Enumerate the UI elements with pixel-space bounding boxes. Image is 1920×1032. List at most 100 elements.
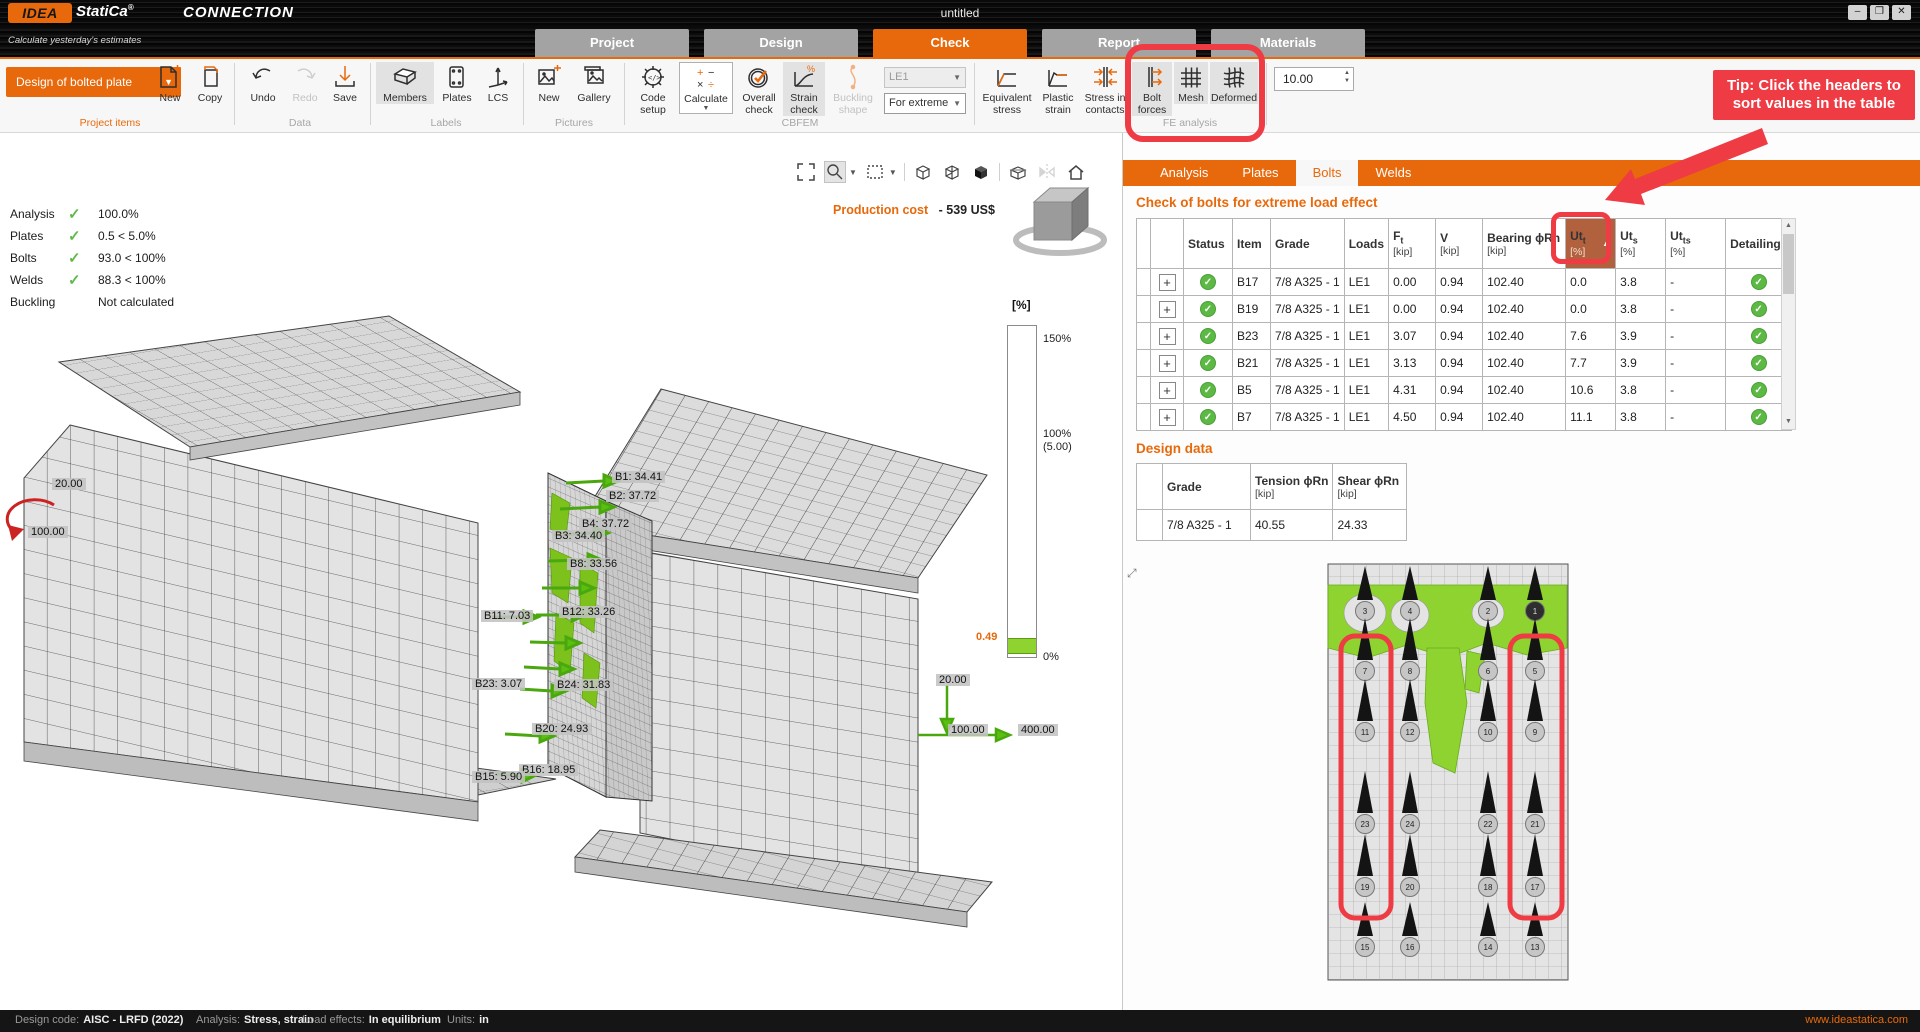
panel-tab-welds[interactable]: Welds <box>1358 160 1428 186</box>
new-project-button[interactable]: New <box>151 62 189 104</box>
stress-in-contacts-button[interactable]: Stress in contacts <box>1082 62 1128 116</box>
ribbon-tab-design[interactable]: Design <box>704 29 858 57</box>
ribbon-tab-check[interactable]: Check <box>873 29 1027 57</box>
detailing-ok-icon: ✓ <box>1751 328 1767 344</box>
column-header-item[interactable]: Item <box>1233 219 1271 269</box>
design-header[interactable]: Tension ϕRn[kip] <box>1251 464 1333 510</box>
bolt-force-label: B16: 18.95 <box>519 764 578 776</box>
column-header-ft[interactable]: Ft[kip] <box>1389 219 1436 269</box>
expand-row-button[interactable]: + <box>1159 382 1176 399</box>
table-row: +✓B177/8 A325 - 1LE10.000.94102.400.03.8… <box>1137 269 1792 296</box>
expand-row-button[interactable]: + <box>1159 301 1176 318</box>
column-header-uts[interactable]: Uts[%] <box>1616 219 1666 269</box>
lcs-toggle[interactable]: LCS <box>480 62 516 104</box>
panel-tab-analysis[interactable]: Analysis <box>1143 160 1225 186</box>
check-section-title: Check of bolts for extreme load effect <box>1136 195 1378 210</box>
svg-text:+: + <box>697 67 703 79</box>
equivalent-stress-button[interactable]: Equivalent stress <box>980 62 1034 116</box>
ribbon-tab-report[interactable]: Report <box>1042 29 1196 57</box>
maximize-button[interactable]: ❐ <box>1870 5 1889 20</box>
transparent-view-button[interactable] <box>941 161 963 183</box>
deformed-scale-stepper[interactable]: 10.00 ▲▼ <box>1274 67 1354 91</box>
svg-text:1: 1 <box>1533 607 1538 616</box>
column-header-utt[interactable]: Utt[%]▲ <box>1566 219 1616 269</box>
column-header-v[interactable]: V[kip] <box>1436 219 1483 269</box>
gallery-button[interactable]: Gallery <box>570 62 618 104</box>
detailing-ok-icon: ✓ <box>1751 274 1767 290</box>
undo-button[interactable]: Undo <box>242 62 284 104</box>
load-case-dropdown: LE1▼ <box>884 67 966 88</box>
solid-view-button[interactable] <box>970 161 992 183</box>
ribbon-tab-project[interactable]: Project <box>535 29 689 57</box>
scroll-down-icon[interactable]: ▼ <box>1782 415 1795 429</box>
navigation-cube[interactable] <box>1010 178 1110 258</box>
expand-row-button[interactable]: + <box>1159 328 1176 345</box>
design-data-title: Design data <box>1136 441 1213 456</box>
scroll-up-icon[interactable]: ▲ <box>1782 219 1795 233</box>
expand-diagram-icon[interactable]: ⤢ <box>1127 566 1143 582</box>
scale-current-value: 0.49 <box>976 631 997 643</box>
axes-icon <box>484 62 512 92</box>
table-row: 7/8 A325 - 140.5524.33 <box>1137 510 1407 541</box>
bolt-force-label: B2: 37.72 <box>606 490 659 502</box>
group-label-labels: Labels <box>376 117 516 129</box>
column-header-utts[interactable]: Utts[%] <box>1666 219 1726 269</box>
stepper-arrows-icon[interactable]: ▲▼ <box>1344 69 1350 86</box>
statusbar-item: Design code:AISC - LRFD (2022) <box>15 1014 183 1026</box>
chevron-down-icon[interactable]: ▼ <box>849 168 857 177</box>
calculate-button[interactable]: +−×÷ Calculate ▼ <box>679 62 733 114</box>
website-link[interactable]: www.ideastatica.com <box>1805 1014 1908 1026</box>
close-button[interactable]: ✕ <box>1892 5 1911 20</box>
members-toggle[interactable]: Members <box>376 62 434 104</box>
svg-text:13: 13 <box>1531 943 1540 952</box>
picture-new-button[interactable]: New <box>530 62 568 104</box>
table-scrollbar[interactable]: ▲ ▼ <box>1781 218 1796 430</box>
ribbon-tab-materials[interactable]: Materials <box>1211 29 1365 57</box>
panel-tab-bolts[interactable]: Bolts <box>1296 160 1359 186</box>
fit-view-button[interactable] <box>795 161 817 183</box>
design-header[interactable]: Grade <box>1163 464 1251 510</box>
overall-check-button[interactable]: Overall check <box>737 62 781 116</box>
dimension-label: 100.00 <box>948 724 988 736</box>
expand-row-button[interactable]: + <box>1159 355 1176 372</box>
gear-icon: </> <box>639 62 667 92</box>
strain-check-toggle[interactable]: % Strain check <box>783 62 825 116</box>
selection-box-button[interactable] <box>864 161 886 183</box>
extreme-filter-dropdown[interactable]: For extreme▼ <box>884 93 966 114</box>
save-button[interactable]: Save <box>326 62 364 104</box>
code-setup-button[interactable]: </> Code setup <box>631 62 675 116</box>
wireframe-view-button[interactable] <box>912 161 934 183</box>
statusbar-item: Analysis:Stress, strain <box>196 1014 314 1026</box>
chevron-down-icon[interactable]: ▼ <box>889 168 897 177</box>
expand-row-button[interactable]: + <box>1159 409 1176 426</box>
design-header[interactable]: Shear ϕRn[kip] <box>1333 464 1407 510</box>
column-header-status[interactable]: Status <box>1184 219 1233 269</box>
panel-tab-plates[interactable]: Plates <box>1225 160 1295 186</box>
deformed-toggle[interactable]: Deformed <box>1210 62 1258 104</box>
svg-text:12: 12 <box>1406 728 1415 737</box>
bolt-force-label: B20: 24.93 <box>532 723 591 735</box>
expand-row-button[interactable]: + <box>1159 274 1176 291</box>
column-header-loads[interactable]: Loads <box>1344 219 1388 269</box>
svg-text:8: 8 <box>1408 667 1413 676</box>
mesh-toggle[interactable]: Mesh <box>1174 62 1208 104</box>
scale-tick-150: 150% <box>1043 333 1071 345</box>
scroll-thumb[interactable] <box>1783 234 1794 294</box>
svg-text:÷: ÷ <box>708 79 714 91</box>
scale-green-segment <box>1008 638 1036 654</box>
svg-text:−: − <box>708 67 714 79</box>
stress-curve-icon <box>993 62 1021 92</box>
column-header-grade[interactable]: Grade <box>1271 219 1345 269</box>
copy-button[interactable]: Copy <box>191 62 229 104</box>
plastic-strain-button[interactable]: Plastic strain <box>1036 62 1080 116</box>
bolt-force-label: B11: 7.03 <box>481 610 533 622</box>
minimize-button[interactable]: – <box>1848 5 1867 20</box>
zoom-window-button[interactable] <box>824 161 846 183</box>
svg-text:14: 14 <box>1484 943 1493 952</box>
bolt-forces-toggle[interactable]: Bolt forces <box>1132 62 1172 116</box>
results-tabs: AnalysisPlatesBoltsWelds <box>1123 160 1920 186</box>
svg-text:19: 19 <box>1361 883 1370 892</box>
column-header-bearingrn[interactable]: Bearing ϕRn[kip] <box>1483 219 1566 269</box>
viewport-3d[interactable]: Analysis✓100.0%Plates✓0.5 < 5.0%Bolts✓93… <box>0 133 1122 1010</box>
plates-toggle[interactable]: Plates <box>436 62 478 104</box>
